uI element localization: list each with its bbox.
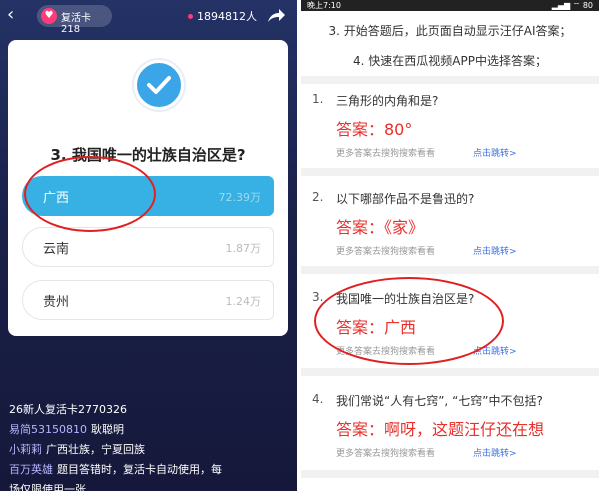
divider	[301, 76, 599, 84]
question-number: 2.	[312, 190, 324, 204]
question-number: 4.	[312, 392, 324, 406]
annotation-circle	[314, 277, 504, 365]
jump-link[interactable]: 点击跳转>	[473, 146, 517, 159]
option-guizhou[interactable]: 贵州 1.24万	[22, 280, 274, 320]
revive-card-badge[interactable]: ♥ 复活卡 218	[37, 5, 112, 35]
comment-line: 百万英雄 题目答错时，复活卡自动使用，每	[9, 460, 289, 480]
check-icon	[134, 60, 184, 110]
divider	[301, 266, 599, 274]
status-time: 晚上7:10	[307, 1, 341, 10]
comment-text: 26新人复活卡2770326	[9, 403, 127, 416]
top-bar: ‹ ♥ 复活卡 218 1894812人	[0, 0, 297, 35]
instruction-line: 4. 快速在西瓜视频APP中选择答案；	[353, 54, 547, 68]
answer-text: 答案：啊呀，这题汪仔还在想	[336, 420, 545, 439]
question-text: 3. 我国唯一的壮族自治区是?	[50, 146, 246, 164]
viewer-count: 1894812人	[197, 10, 257, 23]
heart-icon: ♥	[41, 8, 57, 24]
comment-text: 广西壮族，宁夏回族	[46, 443, 145, 456]
option-count: 72.39万	[218, 191, 262, 204]
comment-text: 场仅限使用一张	[9, 483, 86, 491]
jump-link[interactable]: 点击跳转>	[473, 244, 517, 257]
comment-line: 小莉莉 广西壮族，宁夏回族	[9, 440, 289, 460]
more-answers-text: 更多答案去搜狗搜索看看	[336, 449, 436, 459]
option-yunnan[interactable]: 云南 1.87万	[22, 227, 274, 267]
back-icon[interactable]: ‹	[7, 6, 25, 24]
status-bar: 晚上7:10 ▂▄▆ ⌔ 80	[301, 0, 599, 11]
more-answers-text: 更多答案去搜狗搜索看看	[336, 247, 436, 257]
comment-text: 题目答错时，复活卡自动使用，每	[57, 463, 222, 476]
jump-link[interactable]: 点击跳转>	[473, 446, 517, 459]
divider	[301, 168, 599, 176]
instruction-line: 3. 开始答题后，此页面自动显示汪仔AI答案；	[328, 24, 572, 38]
question-number: 1.	[312, 92, 324, 106]
comment-line: 场仅限使用一张	[9, 480, 289, 491]
answer-helper-panel: 晚上7:10 ▂▄▆ ⌔ 80 3. 开始答题后，此页面自动显示汪仔AI答案； …	[301, 0, 599, 491]
option-label: 贵州	[43, 295, 70, 310]
status-icons: ▂▄▆ ⌔ 80	[551, 1, 593, 10]
comment-nick: 易简53150810	[9, 423, 87, 436]
quiz-app-panel: ‹ ♥ 复活卡 218 1894812人 3. 我国唯一的壮族自治区是? 广西 …	[0, 0, 297, 491]
comment-text: 耿聪明	[91, 423, 124, 436]
divider	[301, 368, 599, 376]
question-text: 我们常说“人有七窍”, “七窍”中不包括?	[336, 394, 543, 408]
option-count: 1.24万	[225, 295, 262, 308]
annotation-circle	[24, 156, 156, 232]
question-text: 三角形的内角和是?	[336, 94, 439, 108]
question-text: 以下哪部作品不是鲁迅的?	[336, 192, 475, 206]
share-icon[interactable]	[266, 6, 286, 24]
live-dot-icon	[188, 14, 193, 19]
divider	[301, 470, 599, 478]
answer-text: 答案：《家》	[336, 218, 425, 237]
option-label: 云南	[43, 242, 70, 257]
more-answers-text: 更多答案去搜狗搜索看看	[336, 149, 436, 159]
comment-nick: 百万英雄	[9, 463, 53, 476]
comment-line: 26新人复活卡2770326	[9, 400, 289, 420]
comment-nick: 小莉莉	[9, 443, 42, 456]
answer-text: 答案：80°	[336, 120, 413, 139]
comment-line: 易简53150810 耿聪明	[9, 420, 289, 440]
comment-feed: 26新人复活卡2770326 易简53150810 耿聪明 小莉莉 广西壮族，宁夏回…	[9, 400, 289, 491]
revive-card-label: 复活卡 218	[61, 13, 91, 35]
option-count: 1.87万	[225, 242, 262, 255]
